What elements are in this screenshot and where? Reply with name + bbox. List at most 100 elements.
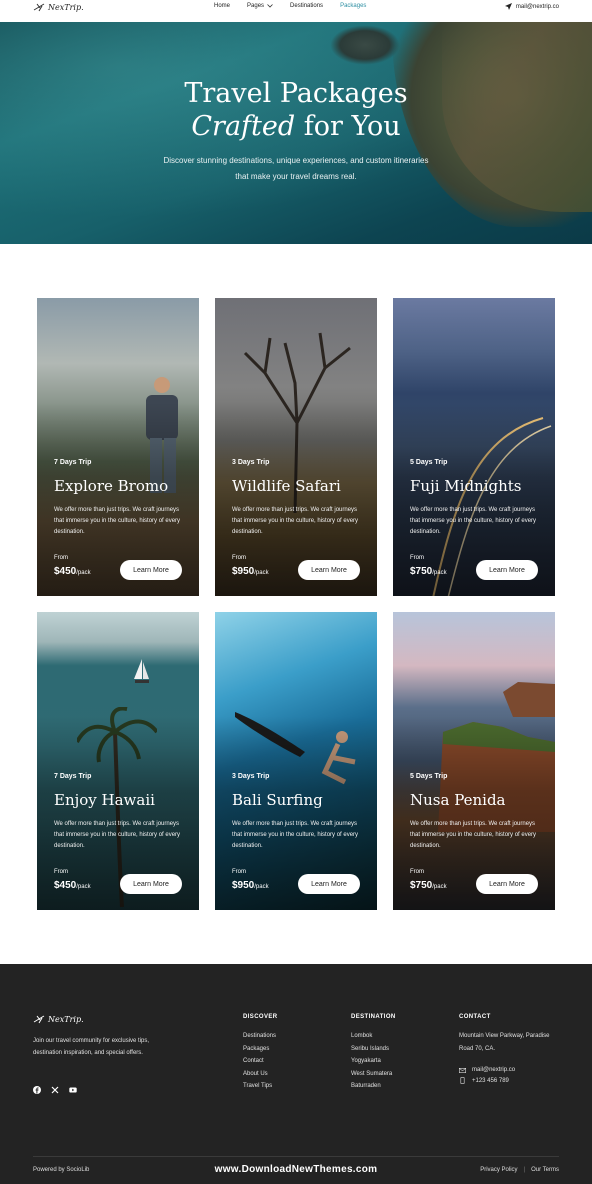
footer-address: Mountain View Parkway, Paradise Road 70,… (459, 1033, 550, 1052)
card-price-value: $950 (232, 880, 255, 891)
card-price: $950/pack (232, 880, 269, 891)
card-price: $750/pack (410, 566, 447, 577)
card-description: We offer more than just trips. We craft … (54, 821, 181, 849)
learn-more-button[interactable]: Learn More (476, 874, 538, 894)
x-icon[interactable] (51, 1086, 59, 1094)
footer-logo[interactable]: NexTrip. (33, 1014, 84, 1024)
learn-more-button[interactable]: Learn More (120, 874, 182, 894)
footer-phone-text: +123 456 789 (472, 1077, 509, 1084)
card-title: Enjoy Hawaii (54, 791, 155, 809)
card-price-unit: /pack (254, 884, 269, 890)
top-navigation: NexTrip. Home Pages Destinations Package… (0, 0, 592, 15)
footer-email-text: mail@nextrip.co (472, 1067, 516, 1073)
card-shade (393, 298, 555, 596)
footer-logo-text: NexTrip. (48, 1014, 84, 1024)
card-title: Bali Surfing (232, 791, 323, 809)
learn-more-button[interactable]: Learn More (298, 560, 360, 580)
footer-discover-heading: DISCOVER (243, 1014, 278, 1020)
card-shade (215, 612, 377, 910)
hero-title: Travel Packages Crafted for You (0, 77, 592, 143)
learn-more-button[interactable]: Learn More (120, 560, 182, 580)
card-description: We offer more than just trips. We craft … (410, 507, 537, 535)
terms-link[interactable]: Our Terms (531, 1167, 559, 1173)
footer-link[interactable]: About Us (243, 1068, 278, 1081)
nav-email[interactable]: mail@nextrip.co (504, 3, 559, 10)
phone-icon (460, 1077, 465, 1084)
footer-phone[interactable]: +123 456 789 (459, 1077, 559, 1084)
card-price-unit: /pack (432, 884, 447, 890)
card-price: $750/pack (410, 880, 447, 891)
card-shade (37, 612, 199, 910)
card-from-label: From (54, 555, 68, 561)
footer-divider (33, 1156, 559, 1157)
package-card[interactable]: 3 Days Trip Wildlife Safari We offer more … (215, 298, 377, 596)
hero-title-line1: Travel Packages (184, 78, 408, 109)
card-from-label: From (232, 555, 246, 561)
privacy-policy-link[interactable]: Privacy Policy (480, 1167, 517, 1173)
nav-pages-label: Pages (247, 3, 265, 9)
hero-subtitle: Discover stunning destinations, unique e… (163, 156, 429, 181)
package-card[interactable]: 5 Days Trip Fuji Midnights We offer more t… (393, 298, 555, 596)
footer-link[interactable]: Travel Tips (243, 1080, 278, 1093)
footer-destination: DESTINATION Lombok Seribu Islands Yogyak… (351, 1014, 396, 1093)
card-trip-duration: 7 Days Trip (54, 773, 92, 780)
footer-destination-heading: DESTINATION (351, 1014, 396, 1020)
card-price-value: $450 (54, 566, 77, 577)
facebook-icon[interactable] (33, 1086, 41, 1094)
footer-link[interactable]: Yogyakarta (351, 1055, 396, 1068)
youtube-icon[interactable] (69, 1086, 77, 1094)
footer-discover: DISCOVER Destinations Packages Contact A… (243, 1014, 278, 1093)
footer-link[interactable]: West Sumatera (351, 1068, 396, 1081)
learn-more-button[interactable]: Learn More (298, 874, 360, 894)
package-card[interactable]: 5 Days Trip Nusa Penida We offer more than… (393, 612, 555, 910)
legal-links: Privacy Policy | Our Terms (480, 1167, 559, 1173)
card-description: We offer more than just trips. We craft … (54, 507, 181, 535)
card-from-label: From (54, 869, 68, 875)
card-price-value: $450 (54, 880, 77, 891)
nav-destinations[interactable]: Destinations (290, 3, 323, 9)
plane-logo-icon (33, 3, 45, 12)
footer-link[interactable]: Baturraden (351, 1080, 396, 1093)
hero-rocks (330, 25, 400, 65)
nav-packages[interactable]: Packages (340, 3, 366, 9)
card-price-value: $950 (232, 566, 255, 577)
hero-title-line2: Crafted for You (0, 110, 592, 143)
nav-pages[interactable]: Pages (247, 3, 273, 9)
footer-contact: CONTACT Mountain View Parkway, Paradise … (459, 1014, 559, 1084)
footer-link[interactable]: Packages (243, 1043, 278, 1056)
package-card[interactable]: 3 Days Trip Bali Surfing We offer more tha… (215, 612, 377, 910)
footer-contact-heading: CONTACT (459, 1014, 491, 1020)
package-card[interactable]: 7 Days Trip Explore Bromo We offer more th… (37, 298, 199, 596)
nav-email-text: mail@nextrip.co (515, 3, 559, 10)
hero-title-rest: for You (295, 111, 401, 142)
chevron-down-icon (267, 4, 273, 8)
card-shade (215, 298, 377, 596)
footer-link[interactable]: Seribu Islands (351, 1043, 396, 1056)
card-shade (37, 298, 199, 596)
nav-home[interactable]: Home (214, 3, 230, 9)
logo-text: NexTrip. (48, 2, 84, 12)
card-title: Wildlife Safari (232, 477, 341, 495)
footer-email[interactable]: mail@nextrip.co (459, 1067, 559, 1073)
card-price: $450/pack (54, 880, 91, 891)
plane-logo-icon (33, 1015, 45, 1024)
card-price-unit: /pack (432, 570, 447, 576)
card-title: Explore Bromo (54, 477, 169, 495)
hero-banner: Travel Packages Crafted for You Discover… (0, 22, 592, 244)
card-price-unit: /pack (76, 570, 91, 576)
logo[interactable]: NexTrip. (33, 2, 84, 12)
package-card[interactable]: 7 Days Trip Enjoy Hawaii We offer more tha… (37, 612, 199, 910)
card-trip-duration: 5 Days Trip (410, 459, 448, 466)
send-icon (504, 3, 512, 10)
card-price-value: $750 (410, 880, 433, 891)
footer-link[interactable]: Lombok (351, 1030, 396, 1043)
card-price-value: $750 (410, 566, 433, 577)
card-trip-duration: 3 Days Trip (232, 773, 270, 780)
card-trip-duration: 5 Days Trip (410, 773, 448, 780)
card-title: Nusa Penida (410, 791, 506, 809)
learn-more-button[interactable]: Learn More (476, 560, 538, 580)
card-description: We offer more than just trips. We craft … (232, 821, 359, 849)
footer-link[interactable]: Contact (243, 1055, 278, 1068)
footer: NexTrip. Join our travel community for e… (0, 964, 592, 1184)
footer-link[interactable]: Destinations (243, 1030, 278, 1043)
